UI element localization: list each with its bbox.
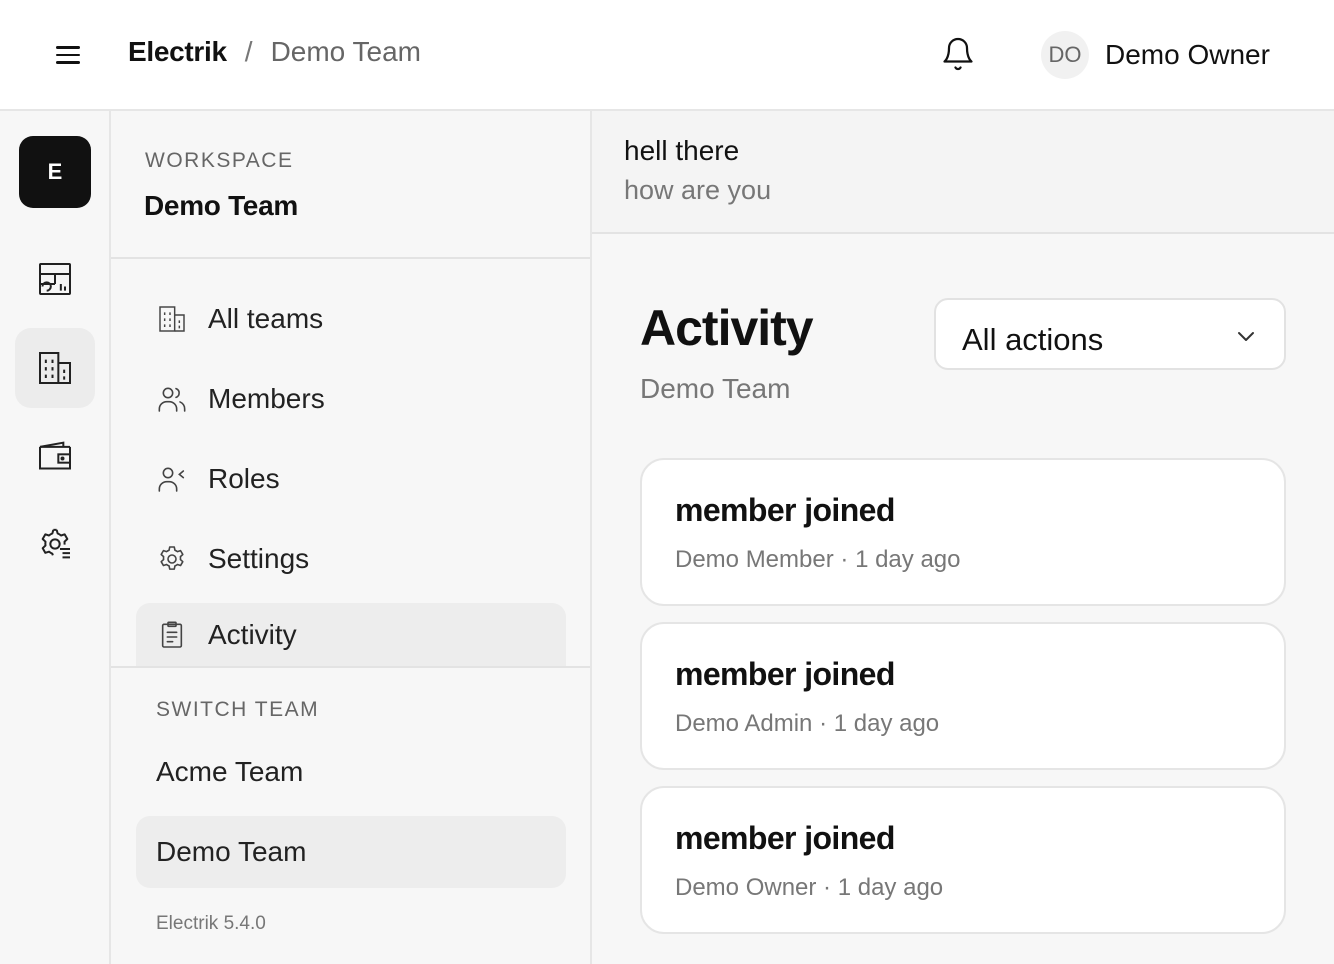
action-filter-select[interactable]: All actions — [934, 298, 1286, 370]
team-sidebar: WORKSPACE Demo Team All teams Members Ro… — [111, 111, 592, 964]
sidebar-item-roles[interactable]: Roles — [136, 446, 566, 512]
switch-team-label: SWITCH TEAM — [156, 698, 320, 721]
bell-icon[interactable] — [940, 36, 976, 72]
breadcrumb-current-team: Demo Team — [270, 36, 421, 67]
activity-action: member joined — [675, 492, 895, 528]
activity-actor: Demo Member — [675, 546, 834, 573]
activity-meta: Demo Member · 1 day ago — [675, 546, 960, 574]
activity-card[interactable]: member joined Demo Member · 1 day ago — [640, 458, 1286, 606]
activity-meta: Demo Owner · 1 day ago — [675, 874, 943, 902]
page-title: Activity — [640, 300, 814, 356]
rail-item-teams[interactable] — [15, 328, 95, 408]
gear-icon — [160, 546, 184, 570]
action-filter-value: All actions — [962, 322, 1104, 357]
main-content: hell there how are you Activity Demo Tea… — [592, 111, 1334, 964]
activity-card[interactable]: member joined Demo Admin · 1 day ago — [640, 622, 1286, 770]
dashboard-chart-icon — [39, 263, 71, 295]
rail-item-dashboard[interactable] — [15, 239, 95, 319]
workspace-header: WORKSPACE Demo Team — [111, 111, 590, 259]
building-icon — [39, 352, 71, 384]
activity-meta: Demo Admin · 1 day ago — [675, 710, 939, 738]
activity-separator: · — [819, 710, 828, 737]
sidebar-item-label: Settings — [208, 543, 310, 574]
users-icon — [158, 387, 186, 412]
app-logo[interactable]: E — [19, 136, 91, 208]
settings-list-icon — [41, 528, 70, 559]
switch-team-section: SWITCH TEAM Acme Team Demo Team Electrik… — [111, 666, 590, 964]
sidebar-item-activity[interactable]: Activity — [136, 603, 566, 666]
banner-subtitle: how are you — [624, 175, 772, 205]
activity-separator: · — [823, 874, 832, 901]
activity-time: 1 day ago — [837, 874, 944, 901]
app-version: Electrik 5.4.0 — [156, 913, 266, 934]
rail-item-billing[interactable] — [15, 416, 95, 496]
avatar: DO — [1041, 31, 1089, 79]
activity-time: 1 day ago — [855, 546, 961, 573]
activity-card[interactable]: member joined Demo Owner · 1 day ago — [640, 786, 1286, 934]
announcement-banner: hell there how are you — [592, 111, 1334, 234]
sidebar-item-label: All teams — [208, 303, 324, 334]
activity-action: member joined — [675, 820, 895, 856]
user-name: Demo Owner — [1105, 39, 1270, 70]
activity-actor: Demo Admin — [675, 710, 813, 737]
activity-separator: · — [840, 546, 849, 573]
sidebar-item-label: Roles — [208, 463, 280, 494]
menu-icon[interactable] — [54, 44, 82, 66]
sidebar-item-label: Members — [208, 383, 325, 414]
top-header: Electrik / Demo Team DO Demo Owner — [0, 0, 1334, 111]
clipboard-icon — [161, 621, 183, 648]
sidebar-item-label: Activity — [208, 618, 297, 650]
building-icon — [159, 306, 185, 332]
team-option-label: Acme Team — [156, 756, 304, 787]
workspace-label: WORKSPACE — [145, 149, 294, 172]
breadcrumb-brand-link[interactable]: Electrik — [128, 36, 227, 68]
sidebar-item-settings[interactable]: Settings — [136, 526, 566, 592]
wallet-icon — [39, 441, 71, 470]
user-menu[interactable]: DO Demo Owner — [1041, 31, 1270, 79]
activity-actor: Demo Owner — [675, 874, 817, 901]
team-option-label: Demo Team — [156, 836, 307, 867]
page-subtitle: Demo Team — [640, 373, 791, 404]
icon-rail: E — [0, 111, 111, 964]
activity-action: member joined — [675, 656, 895, 692]
breadcrumb-separator: / — [244, 36, 253, 67]
user-role-icon — [158, 467, 185, 492]
breadcrumb: Electrik / Demo Team — [128, 36, 421, 68]
team-option-acme[interactable]: Acme Team — [136, 736, 566, 808]
activity-time: 1 day ago — [833, 710, 940, 737]
team-option-demo[interactable]: Demo Team — [136, 816, 566, 888]
sidebar-item-members[interactable]: Members — [136, 366, 566, 432]
rail-item-settings[interactable] — [15, 504, 95, 584]
chevron-down-icon — [1238, 332, 1254, 341]
workspace-name: Demo Team — [144, 190, 298, 221]
banner-title: hell there — [624, 135, 740, 166]
sidebar-item-all-teams[interactable]: All teams — [136, 286, 566, 352]
